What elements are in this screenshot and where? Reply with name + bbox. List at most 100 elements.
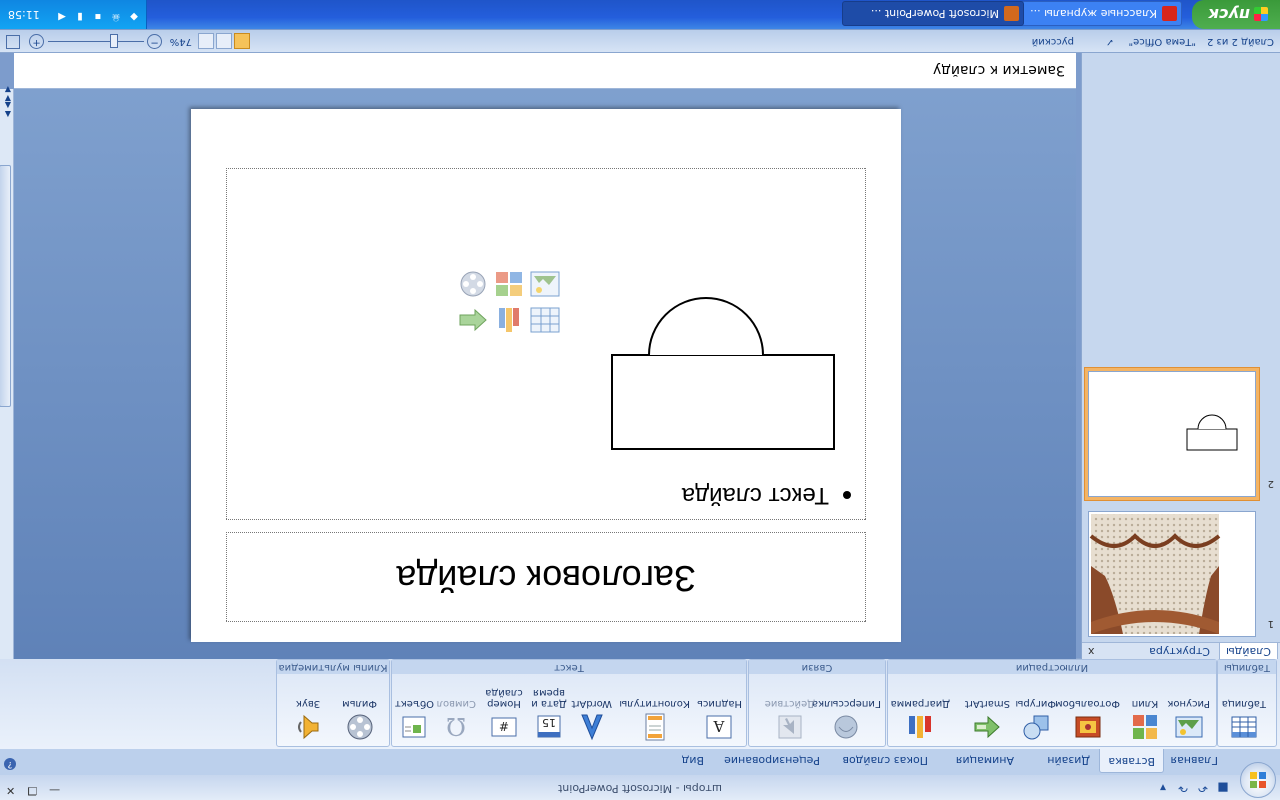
zoom-out-icon[interactable]: − [147, 34, 162, 49]
zoom-level[interactable]: 74% [170, 36, 192, 47]
slide-number-2: 2 [1267, 478, 1274, 489]
group-links: Гиперссылка Действие Связи [748, 659, 886, 747]
calendar-icon: 15 [537, 715, 561, 738]
zoom-in-icon[interactable]: + [29, 34, 44, 49]
group-illustrations: Рисунок Клип Фотоальбом Фигуры SmartArt … [887, 659, 1217, 747]
tab-animation[interactable]: Анимация [956, 750, 1014, 771]
help-icon[interactable]: ? [4, 758, 16, 770]
tab-slides[interactable]: Слайды [1219, 642, 1278, 659]
semicircle-shape[interactable] [648, 297, 764, 356]
zoom-slider[interactable] [48, 41, 144, 42]
notes-placeholder[interactable]: Заметки к слайду [933, 62, 1065, 78]
svg-text:Ω: Ω [446, 712, 466, 740]
slideshow-view-icon[interactable] [198, 33, 214, 49]
tab-home[interactable]: Главная [1170, 750, 1218, 771]
volume-icon[interactable]: ◀ [56, 10, 68, 22]
action-button[interactable]: Действие [765, 698, 815, 742]
system-tray: ◆ ☠ ▪ ▮ ◀ 11:58 [0, 0, 147, 29]
action-icon [778, 715, 802, 739]
photo-album-button[interactable]: Фотоальбом [1055, 698, 1120, 742]
insert-clipart-icon[interactable] [494, 270, 524, 298]
picture-icon [1175, 716, 1203, 738]
close-panel-icon[interactable]: x [1088, 645, 1095, 658]
tab-insert[interactable]: Вставка [1099, 749, 1164, 773]
group-label-tables: Таблицы [1218, 660, 1276, 674]
opera-icon [1162, 6, 1177, 21]
fit-to-window-icon[interactable] [6, 35, 20, 49]
notes-pane[interactable]: Заметки к слайду [14, 52, 1076, 89]
clip-button[interactable]: Клип [1130, 698, 1160, 742]
omega-icon: Ω [446, 712, 466, 740]
content-placeholder[interactable]: Текст слайда [226, 168, 866, 520]
powerpoint-icon [1004, 6, 1019, 21]
rectangle-shape[interactable] [611, 354, 835, 450]
picture-button[interactable]: Рисунок [1167, 698, 1210, 742]
hyperlink-button[interactable]: Гиперссылка [812, 698, 881, 742]
shape-group[interactable] [227, 169, 865, 519]
wordart-button[interactable]: WordArt [571, 698, 612, 742]
start-button[interactable]: пуск [1192, 0, 1280, 29]
scrollbar-thumb[interactable] [0, 165, 11, 407]
close-icon[interactable]: ✕ [6, 784, 15, 797]
header-footer-button[interactable]: Колонтитулы [619, 698, 690, 742]
insert-table-icon[interactable] [530, 306, 560, 334]
ribbon: Таблица Таблицы Рисунок Клип Фотоальбом … [0, 658, 1280, 749]
printer-icon[interactable]: ▪ [92, 10, 104, 22]
taskbar-item-journals[interactable]: Классные журналы ... [1006, 1, 1182, 26]
slide-number-icon: # [491, 717, 517, 737]
svg-text:15: 15 [542, 716, 556, 729]
tab-view[interactable]: Вид [682, 750, 704, 771]
office-button[interactable] [1240, 762, 1276, 798]
chart-icon [909, 716, 932, 738]
network-icon[interactable]: ◆ [128, 10, 140, 22]
insert-chart-icon[interactable] [494, 306, 524, 334]
slide-counter: Слайд 2 из 2 [1207, 36, 1274, 47]
object-button[interactable]: Объект [395, 698, 434, 742]
slide-title[interactable]: Заголовок слайда [227, 557, 865, 599]
smartart-button[interactable]: SmartArt [965, 698, 1010, 742]
next-slide-icon[interactable]: ▼ ▼ [5, 85, 11, 103]
restore-icon[interactable]: ❐ [27, 784, 37, 797]
signal-icon[interactable]: ▮ [74, 10, 86, 22]
vertical-scrollbar[interactable]: ▲ ▲ ▼ ▼ [0, 85, 14, 659]
header-footer-icon [645, 713, 665, 741]
language-indicator[interactable]: русский [1032, 36, 1074, 47]
taskbar-item-powerpoint[interactable]: Microsoft PowerPoint ... [842, 1, 1024, 26]
minimize-icon[interactable]: — [49, 784, 60, 797]
normal-view-icon[interactable] [234, 33, 250, 49]
table-button[interactable]: Таблица [1222, 698, 1266, 742]
zoom-slider-thumb[interactable] [110, 34, 118, 48]
tab-slideshow[interactable]: Показ слайдов [842, 750, 928, 771]
slide-thumbnail-1[interactable] [1088, 511, 1256, 637]
symbol-button[interactable]: Ω Символ [437, 698, 476, 742]
windows-taskbar: пуск Классные журналы ... Microsoft Powe… [0, 0, 1280, 29]
tab-review[interactable]: Рецензирование [724, 750, 820, 771]
sound-button[interactable]: Звук [293, 698, 323, 742]
shapes-button[interactable]: Фигуры [1015, 698, 1056, 742]
textbox-button[interactable]: A Надпись [697, 698, 742, 742]
insert-media-icon[interactable] [458, 270, 488, 298]
slide-number-button[interactable]: # Номер слайда [484, 687, 524, 742]
antivirus-icon[interactable]: ☠ [110, 10, 122, 22]
movie-button[interactable]: Фильм [342, 698, 377, 742]
window-title: шторы - Microsoft PowerPoint [558, 782, 722, 795]
chart-button[interactable]: Диаграмма [891, 698, 950, 742]
slide-thumbnail-2[interactable] [1088, 371, 1256, 497]
window-controls: — ❐ ✕ [6, 784, 60, 797]
svg-text:A: A [714, 717, 726, 735]
insert-picture-icon[interactable] [530, 270, 560, 298]
speaker-icon [298, 714, 319, 740]
title-placeholder[interactable]: Заголовок слайда [226, 532, 866, 622]
insert-smartart-icon[interactable] [458, 306, 488, 334]
object-icon [402, 716, 426, 738]
spellcheck-icon[interactable]: ✓ [1106, 36, 1114, 47]
panel-tabs: Слайды Структура x [1082, 642, 1280, 659]
slide-sorter-icon[interactable] [216, 33, 232, 49]
group-tables: Таблица Таблицы [1217, 659, 1277, 747]
tab-outline[interactable]: Структура [1149, 643, 1210, 659]
tab-design[interactable]: Дизайн [1047, 750, 1090, 771]
hyperlink-icon [834, 715, 858, 739]
datetime-button[interactable]: 15 Дата и время [528, 687, 570, 742]
content-insert-icons [456, 268, 560, 334]
prev-slide-icon[interactable]: ▲ ▲ [5, 101, 11, 119]
